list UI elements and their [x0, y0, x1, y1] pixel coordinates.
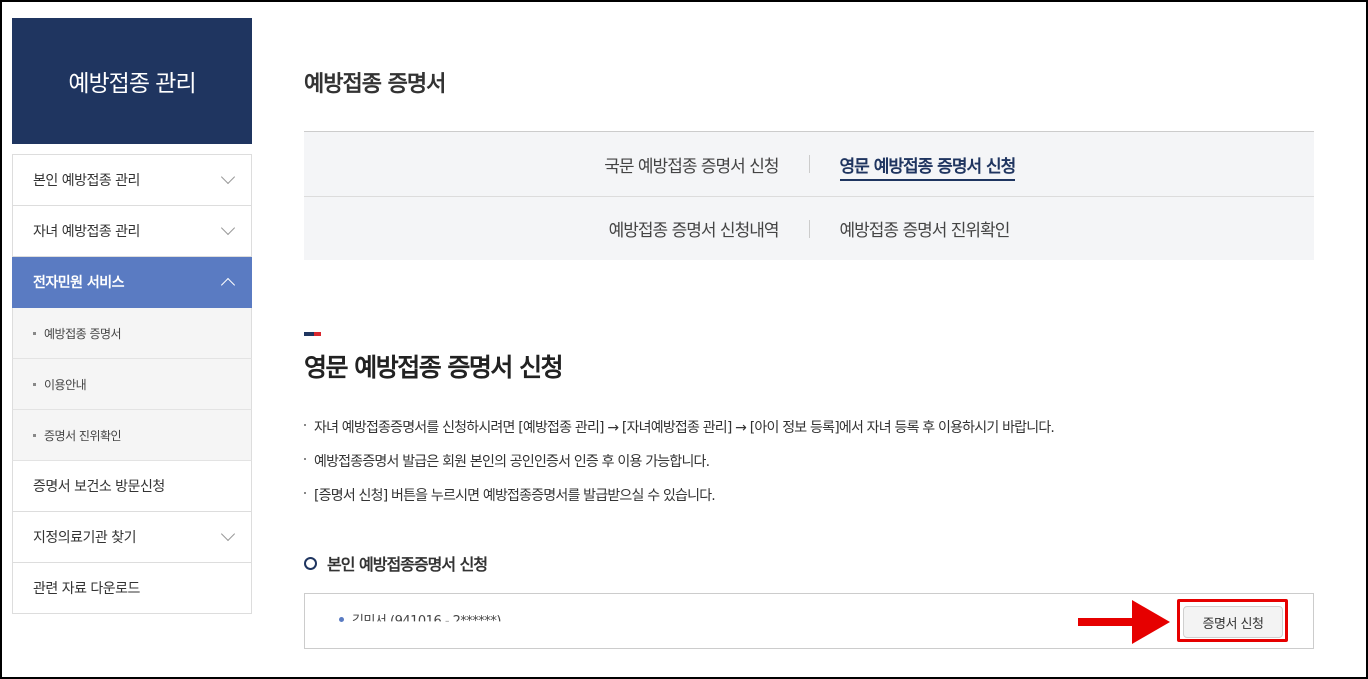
bullet-icon — [33, 331, 36, 335]
sub-section-label: 본인 예방접종증명서 신청 — [327, 555, 488, 574]
sidebar-item-label: 관련 자료 다운로드 — [33, 581, 140, 597]
bullet-icon — [339, 617, 344, 622]
sidebar-subitem-certificate[interactable]: 예방접종 증명서 — [12, 308, 252, 359]
sidebar-subitem-guide[interactable]: 이용안내 — [12, 359, 252, 410]
sidebar-item-find-clinic[interactable]: 지정의료기관 찾기 — [12, 512, 252, 563]
tab-english-certificate[interactable]: 영문 예방접종 증명서 신청 — [810, 152, 1060, 181]
section-title: 영문 예방접종 증명서 신청 — [304, 353, 564, 382]
tab-row: 예방접종 증명서 신청내역 예방접종 증명서 진위확인 — [304, 196, 1314, 260]
sidebar-item-label: 자녀 예방접종 관리 — [33, 224, 140, 240]
sidebar-title: 예방접종 관리 — [12, 18, 252, 144]
sidebar-item-visit-request[interactable]: 증명서 보건소 방문신청 — [12, 461, 252, 512]
notice-item: [증명서 신청] 버튼을 누르시면 예방접종증명서를 발급받으실 수 있습니다. — [304, 486, 1054, 520]
sidebar-subitem-verify[interactable]: 증명서 진위확인 — [12, 410, 252, 461]
tab-label: 국문 예방접종 증명서 신청 — [604, 156, 779, 177]
chevron-up-icon — [220, 277, 236, 293]
page-title: 예방접종 증명서 — [304, 72, 446, 97]
tab-label: 영문 예방접종 증명서 신청 — [839, 156, 1016, 181]
sidebar-item-label: 증명서 보건소 방문신청 — [33, 479, 165, 495]
sidebar-item-label: 지정의료기관 찾기 — [33, 530, 137, 546]
circle-icon — [304, 556, 317, 570]
chevron-down-icon — [220, 220, 236, 236]
chevron-down-icon — [220, 526, 236, 542]
notice-item: 예방접종증명서 발급은 회원 본인의 공인인증서 인증 후 이용 가능합니다. — [304, 452, 1054, 486]
sidebar-item-e-civil-service[interactable]: 전자민원 서비스 — [12, 257, 252, 308]
sidebar-item-label: 본인 예방접종 관리 — [33, 173, 140, 189]
sidebar-subitem-label: 예방접종 증명서 — [44, 326, 122, 341]
tab-korean-certificate[interactable]: 국문 예방접종 증명서 신청 — [559, 152, 809, 177]
chevron-down-icon — [220, 169, 236, 185]
notice-list: 자녀 예방접종증명서를 신청하시려면 [예방접종 관리] → [자녀예방접종 관… — [304, 418, 1055, 520]
apply-certificate-button[interactable]: 증명서 신청 — [1183, 606, 1283, 638]
sub-section-title: 본인 예방접종증명서 신청 — [304, 551, 488, 575]
tab-certificate-verify[interactable]: 예방접종 증명서 진위확인 — [810, 216, 1060, 241]
bullet-icon — [33, 382, 36, 386]
applicant-name: 김민서 (941016 - 2******) — [352, 614, 502, 629]
sidebar-menu: 본인 예방접종 관리 자녀 예방접종 관리 전자민원 서비스 예방접종 증명서 … — [12, 154, 252, 614]
sidebar-item-label: 전자민원 서비스 — [33, 275, 125, 291]
sidebar: 예방접종 관리 본인 예방접종 관리 자녀 예방접종 관리 전자민원 서비스 예… — [12, 18, 252, 614]
tab-row: 국문 예방접종 증명서 신청 영문 예방접종 증명서 신청 — [304, 132, 1314, 196]
sidebar-item-downloads[interactable]: 관련 자료 다운로드 — [12, 563, 252, 614]
tab-menu: 국문 예방접종 증명서 신청 영문 예방접종 증명서 신청 예방접종 증명서 신… — [304, 131, 1314, 260]
sidebar-subitem-label: 증명서 진위확인 — [44, 428, 122, 443]
sidebar-subitem-label: 이용안내 — [44, 377, 87, 392]
tab-label: 예방접종 증명서 신청내역 — [608, 221, 780, 241]
notice-item: 자녀 예방접종증명서를 신청하시려면 [예방접종 관리] → [자녀예방접종 관… — [304, 418, 1055, 452]
tab-request-history[interactable]: 예방접종 증명서 신청내역 — [559, 216, 809, 241]
bullet-icon — [33, 433, 36, 437]
sidebar-item-child-vaccination[interactable]: 자녀 예방접종 관리 — [12, 206, 252, 257]
arrow-right-icon — [1078, 600, 1170, 644]
tab-label: 예방접종 증명서 진위확인 — [839, 221, 1011, 241]
section-accent-bar — [304, 332, 321, 336]
sidebar-item-my-vaccination[interactable]: 본인 예방접종 관리 — [12, 155, 252, 206]
applicant-info: 김민서 (941016 - 2******) — [339, 610, 501, 629]
